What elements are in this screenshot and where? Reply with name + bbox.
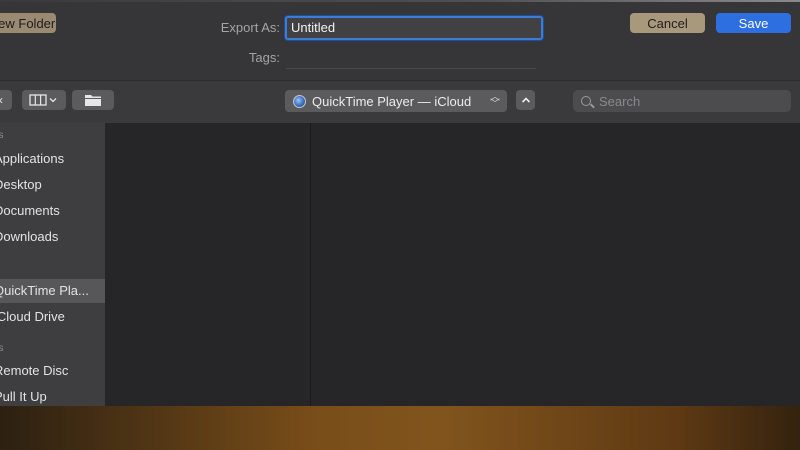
back-button[interactable]: ‹ [0, 90, 12, 110]
export-as-field[interactable]: Untitled [285, 16, 543, 40]
new-folder-button[interactable]: New Folder [0, 13, 56, 33]
cancel-button[interactable]: Cancel [630, 13, 705, 33]
column-divider[interactable] [310, 123, 311, 406]
sidebar-item-documents[interactable]: Documents [0, 199, 105, 223]
tags-label: Tags: [248, 50, 280, 65]
chevron-left-icon: ‹ [0, 93, 3, 107]
collapse-dialog-button[interactable] [516, 90, 535, 110]
new-folder-toolbar-button[interactable] [72, 90, 114, 110]
folder-icon [85, 95, 101, 106]
icloud-app-icon [293, 94, 306, 108]
column-view-icon [29, 94, 57, 106]
search-icon [581, 96, 591, 106]
file-browser[interactable] [105, 123, 800, 406]
sidebar: es Applications Desktop Documents Downlo… [0, 123, 105, 406]
window-edge [0, 0, 800, 2]
tags-field[interactable] [286, 48, 536, 69]
footer-shade [0, 406, 800, 450]
export-as-label: Export As: [220, 20, 280, 35]
save-button[interactable]: Save [716, 13, 791, 33]
sidebar-item-remote-disc[interactable]: Remote Disc [0, 359, 105, 383]
sidebar-section-favorites: es [0, 130, 4, 141]
chevron-up-icon [521, 97, 530, 103]
toolbar: ‹ QuickTime Player — iCloud ︿﹀ [0, 80, 800, 124]
view-mode-button[interactable] [22, 90, 66, 110]
sidebar-item-downloads[interactable]: Downloads [0, 225, 105, 249]
sidebar-item-pull-it-up[interactable]: Pull It Up [0, 385, 105, 406]
sidebar-item-quicktime[interactable]: QuickTime Pla... [0, 279, 105, 303]
export-form: Export As: Untitled Tags: [0, 0, 800, 80]
location-popup[interactable]: QuickTime Player — iCloud ︿ ﹀ [285, 90, 507, 112]
search-field[interactable]: Search [573, 90, 791, 112]
export-dialog: Export As: Untitled Tags: ‹ QuickTime Pl [0, 0, 800, 450]
sidebar-item-desktop[interactable]: Desktop [0, 173, 105, 197]
popup-arrows-icon: ︿ ﹀ [490, 92, 500, 110]
location-label: QuickTime Player — iCloud [312, 93, 472, 109]
sidebar-item-icloud-drive[interactable]: iCloud Drive [0, 305, 105, 329]
sidebar-item-applications[interactable]: Applications [0, 147, 105, 171]
sidebar-section-locations: ns [0, 343, 4, 354]
search-placeholder: Search [599, 93, 641, 109]
